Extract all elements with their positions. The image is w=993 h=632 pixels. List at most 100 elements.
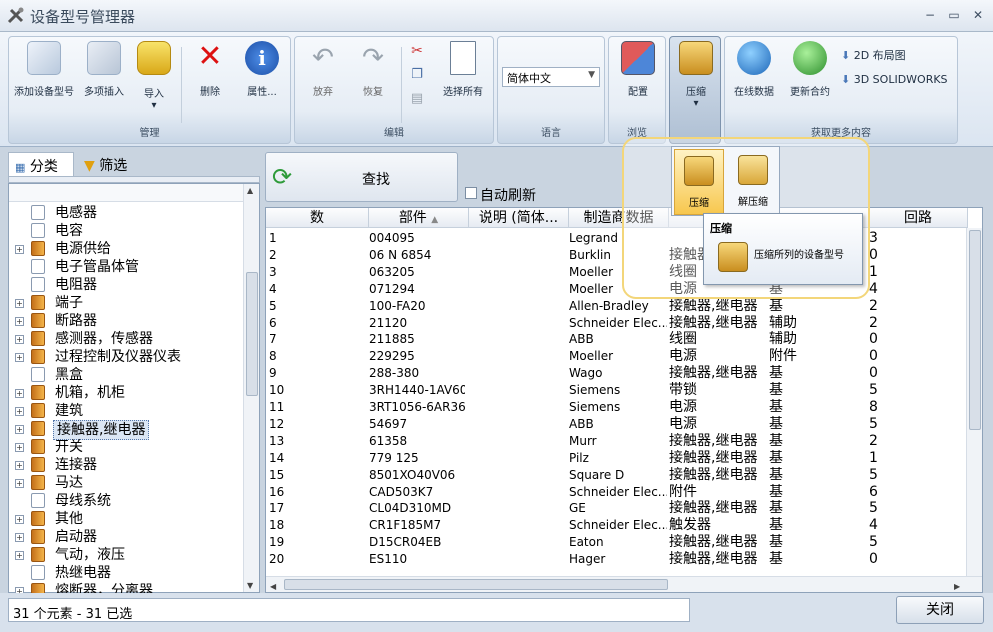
tree-item[interactable]: + 建筑 [9, 402, 239, 420]
table-row[interactable]: 18 CR1F185M7 Schneider Elec... 触发器 基 4 [266, 517, 966, 534]
tree-scrollbar[interactable]: ▲ ▼ [243, 184, 259, 592]
tree-item[interactable]: 电阻器 [9, 276, 239, 294]
online-data-button[interactable]: 在线数据 [727, 41, 781, 98]
auto-refresh-checkbox[interactable] [465, 187, 477, 199]
expand-icon[interactable]: + [15, 245, 24, 254]
tree-item[interactable]: + 马达 [9, 474, 239, 492]
table-row[interactable]: 10 3RH1440-1AV60 Siemens 带锁 基 5 [266, 382, 966, 399]
tree-item[interactable]: 电子管晶体管 [9, 258, 239, 276]
minimize-button[interactable]: − [922, 8, 938, 22]
column-header-circuits[interactable]: 回路 [869, 208, 968, 228]
tree-item[interactable]: 热继电器 [9, 564, 239, 582]
select-all-button[interactable]: 选择所有 [435, 41, 491, 98]
solidworks-3d-link[interactable]: ⬇ 3D SOLIDWORKS [841, 73, 953, 86]
table-row[interactable]: 9 288-380 Wago 接触器,继电器基 0 [266, 365, 966, 382]
table-row[interactable]: 5 100-FA20 Allen-Bradley 接触器,继电器基 2 [266, 298, 966, 315]
table-row[interactable]: 19 D15CR04EB Eaton 接触器,继电器基 5 [266, 534, 966, 551]
delete-button[interactable]: ✕ 删除 [187, 41, 233, 99]
table-row[interactable]: 20 ES110 Hager 接触器,继电器基 0 [266, 551, 966, 568]
table-cell: 19 [269, 535, 285, 550]
expand-icon[interactable]: + [15, 335, 24, 344]
cut-icon[interactable]: ✂ [407, 43, 427, 59]
table-hscrollbar[interactable]: ◀ ▶ [266, 576, 982, 592]
tree-item[interactable]: + 感测器，传感器 [9, 330, 239, 348]
column-header-description[interactable]: 说明 (简体... [469, 208, 569, 228]
table-cell: 线圈 [669, 331, 697, 348]
search-button[interactable]: ⟳ 查找 [265, 152, 458, 202]
tree-item[interactable]: + 电源供给 [9, 240, 239, 258]
paste-icon[interactable]: ▤ [407, 91, 427, 106]
tree-item[interactable]: + 机箱，机柜 [9, 384, 239, 402]
table-row[interactable]: 14 779 125 Pilz 接触器,继电器基 1 [266, 450, 966, 467]
expand-icon[interactable]: + [15, 461, 24, 470]
table-row[interactable]: 11 3RT1056-6AR36 Siemens 电源 基 8 [266, 399, 966, 416]
expand-icon[interactable]: + [15, 407, 24, 416]
tree-item[interactable]: + 过程控制及仪器仪表 [9, 348, 239, 366]
expand-icon[interactable]: + [15, 551, 24, 560]
properties-button[interactable]: i 属性... [237, 41, 287, 98]
language-select[interactable]: 简体中文 ▼ [502, 67, 600, 87]
configure-button[interactable]: 配置 [613, 41, 663, 98]
expand-icon[interactable]: + [15, 317, 24, 326]
expand-icon[interactable]: + [15, 425, 24, 434]
tree-item[interactable]: 电容 [9, 222, 239, 240]
expand-icon[interactable]: + [15, 479, 24, 488]
scroll-down-icon[interactable]: ▼ [247, 581, 253, 590]
expand-icon[interactable]: + [15, 353, 24, 362]
table-row[interactable]: 12 54697 ABB 电源 基 5 [266, 416, 966, 433]
restore-button[interactable]: ▭ [946, 8, 962, 22]
add-device-button[interactable]: 添加设备型号 [11, 41, 77, 98]
tree-item[interactable]: 电感器 [9, 204, 239, 222]
table-vscroll-thumb[interactable] [969, 230, 981, 430]
undo-button[interactable]: ↶ 放弃 [299, 41, 347, 98]
menu-item-decompress[interactable]: 解压缩 [728, 149, 778, 215]
scroll-right-icon[interactable]: ▶ [954, 582, 960, 591]
scroll-up-icon[interactable]: ▲ [247, 186, 253, 195]
table-row[interactable]: 15 8501XO40V06 Square D 接触器,继电器基 5 [266, 467, 966, 484]
table-cell: CAD503K7 [369, 484, 434, 499]
table-row[interactable]: 8 229295 Moeller 电源 附件 0 [266, 348, 966, 365]
multi-insert-icon [87, 41, 121, 75]
layout-2d-link[interactable]: ⬇ 2D 布局图 [841, 47, 953, 63]
tree-item[interactable]: + 连接器 [9, 456, 239, 474]
table-row[interactable]: 7 211885 ABB 线圈 辅助 0 [266, 331, 966, 348]
table-row[interactable]: 13 61358 Murr 接触器,继电器基 2 [266, 433, 966, 450]
column-header-number[interactable]: 数 [266, 208, 369, 228]
tree-item[interactable]: + 气动，液压 [9, 546, 239, 564]
tree-item[interactable]: + 启动器 [9, 528, 239, 546]
table-row[interactable]: 17 CL04D310MD GE 接触器,继电器基 5 [266, 500, 966, 517]
tree-item[interactable]: + 其他 [9, 510, 239, 528]
import-button[interactable]: 导入 ▾ [131, 41, 177, 111]
compress-dropdown-menu: 压缩 解压缩 [671, 146, 780, 216]
tree-item[interactable]: 黑盒 [9, 366, 239, 384]
table-row[interactable]: 6 21120 Schneider Elec... 接触器,继电器 辅助 2 [266, 315, 966, 332]
menu-item-compress[interactable]: 压缩 [674, 149, 724, 215]
tree-item-label: 电阻器 [55, 277, 97, 293]
multi-insert-button[interactable]: 多项插入 [79, 41, 129, 98]
tree-item[interactable]: 母线系统 [9, 492, 239, 510]
tree-item[interactable]: + 开关 [9, 438, 239, 456]
table-row[interactable]: 16 CAD503K7 Schneider Elec... 附件 基 6 [266, 484, 966, 501]
close-button[interactable]: 关闭 [896, 596, 984, 624]
table-hscroll-thumb[interactable] [284, 579, 668, 590]
tab-category[interactable]: ▦ 分类 [8, 152, 74, 176]
expand-icon[interactable]: + [15, 443, 24, 452]
expand-icon[interactable]: + [15, 389, 24, 398]
tree-item[interactable]: + 接触器,继电器 [9, 420, 239, 440]
close-window-button[interactable]: ✕ [970, 8, 986, 22]
table-vscrollbar[interactable] [966, 228, 982, 578]
update-contract-button[interactable]: 更新合约 [783, 41, 837, 98]
expand-icon[interactable]: + [15, 299, 24, 308]
expand-icon[interactable]: + [15, 515, 24, 524]
scroll-left-icon[interactable]: ◀ [270, 582, 276, 591]
tab-filter[interactable]: ▼ 筛选 [78, 152, 150, 176]
tree-item[interactable]: + 断路器 [9, 312, 239, 330]
column-header-part[interactable]: 部件 ▲ [369, 208, 469, 228]
tree-item[interactable]: + 端子 [9, 294, 239, 312]
copy-icon[interactable]: ❐ [407, 67, 427, 82]
compress-button[interactable]: 压缩 ▾ [672, 41, 720, 109]
tree-scroll-thumb[interactable] [246, 272, 258, 396]
tree-item-label: 开关 [55, 439, 83, 455]
expand-icon[interactable]: + [15, 533, 24, 542]
redo-button[interactable]: ↷ 恢复 [349, 41, 397, 98]
